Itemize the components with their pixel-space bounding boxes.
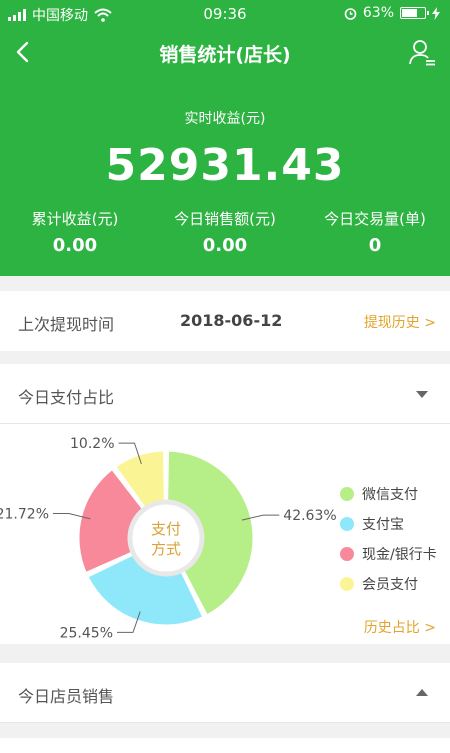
legend-item-wechat: 微信支付 [340, 479, 437, 509]
battery-icon [400, 7, 429, 19]
legend-label: 现金/银行卡 [362, 547, 437, 563]
realtime-label: 实时收益(元) [184, 111, 266, 127]
payment-panel-title: 今日支付占比 [18, 388, 115, 407]
legend-color-dot [340, 577, 354, 591]
pie-label-alipay: 25.45% [60, 625, 113, 641]
payment-chart-panel: 支付 方式 42.63% 25.45% 21.72% 10.2% 微信支付 支付宝 现… [0, 424, 450, 644]
nav-bar: 销售统计(店长) [0, 28, 450, 76]
page-title: 销售统计(店长) [159, 44, 291, 66]
legend-color-dot [340, 547, 354, 561]
alarm-icon [344, 7, 357, 20]
withdraw-date: 2018-06-12 [180, 311, 283, 330]
withdraw-label: 上次提现时间 [18, 315, 115, 334]
legend-color-dot [340, 517, 354, 531]
legend-item-cash-card: 现金/银行卡 [340, 539, 437, 569]
pie-legend: 微信支付 支付宝 现金/银行卡 会员支付 [340, 479, 437, 599]
charging-icon [432, 6, 440, 20]
staff-panel-body [0, 738, 450, 753]
legend-item-member: 会员支付 [340, 569, 437, 599]
realtime-value: 52931.43 [105, 140, 345, 191]
collapse-down-icon[interactable] [416, 391, 428, 398]
collapse-up-icon[interactable] [416, 689, 428, 696]
battery-percent: 63% [362, 5, 394, 21]
stat-total-income: 累计收益(元) 0.00 [0, 208, 150, 256]
user-switch-icon[interactable] [408, 38, 436, 66]
withdraw-history-link[interactable]: 提现历史 > [364, 312, 436, 332]
stat-label: 今日销售额(元) [174, 210, 276, 228]
stat-value: 0.00 [52, 235, 98, 256]
stat-today-sales: 今日销售额(元) 0.00 [150, 208, 300, 256]
pie-center-line1: 支付 [151, 520, 181, 538]
legend-label: 支付宝 [362, 517, 404, 533]
status-bar: 中国移动 09:36 63% [0, 0, 450, 28]
pie-label-cash-card: 21.72% [0, 507, 49, 523]
history-ratio-link[interactable]: 历史占比 > [364, 617, 436, 637]
stat-label: 今日交易量(单) [324, 210, 426, 228]
pie-center-hole [127, 499, 205, 577]
back-icon[interactable] [12, 38, 36, 66]
staff-panel-title: 今日店员销售 [18, 687, 115, 706]
pie-label-wechat: 42.63% [283, 508, 336, 524]
stat-value: 0.00 [202, 235, 248, 256]
stat-today-orders: 今日交易量(单) 0 [300, 208, 450, 256]
legend-item-alipay: 支付宝 [340, 509, 437, 539]
pie-label-member: 10.2% [70, 436, 114, 452]
legend-label: 微信支付 [362, 487, 418, 503]
legend-color-dot [340, 487, 354, 501]
pie-center-line2: 方式 [151, 540, 181, 558]
stat-label: 累计收益(元) [31, 210, 119, 228]
stat-value: 0 [368, 235, 382, 256]
summary-header: 中国移动 09:36 63% 销售统计(店长) 实时收益(元) 52931.43… [0, 0, 450, 276]
staff-panel-header[interactable]: 今日店员销售 [0, 663, 450, 723]
stats-row: 累计收益(元) 0.00 今日销售额(元) 0.00 今日交易量(单) 0 [0, 208, 450, 256]
payment-panel-header[interactable]: 今日支付占比 [0, 364, 450, 424]
legend-label: 会员支付 [362, 577, 418, 593]
withdraw-row: 上次提现时间 2018-06-12 提现历史 > [0, 291, 450, 351]
